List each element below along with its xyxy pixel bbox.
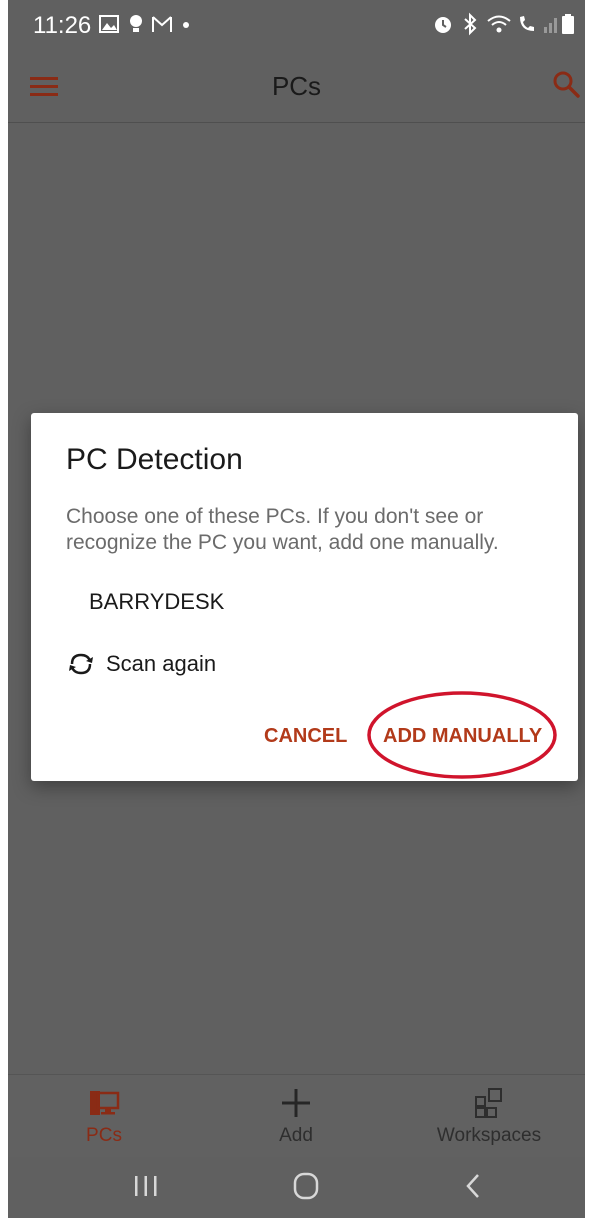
status-bar: 11:26 (8, 0, 585, 52)
add-manually-button[interactable]: ADD MANUALLY (383, 725, 542, 748)
more-notifications-dot-icon (183, 22, 189, 28)
nav-item-workspaces[interactable]: Workspaces (393, 1075, 585, 1157)
wifi-icon (487, 15, 511, 33)
signal-icon (544, 18, 557, 33)
app-bar: PCs (8, 52, 585, 123)
bottom-navigation: PCs Add Workspaces (8, 1074, 585, 1157)
pc-list-item[interactable]: BARRYDESK (89, 589, 224, 615)
plus-icon (282, 1089, 310, 1117)
pc-detection-dialog: PC Detection Choose one of these PCs. If… (31, 413, 578, 781)
gmail-notification-icon (152, 16, 172, 32)
nav-label-pcs: PCs (86, 1125, 122, 1146)
bulb-notification-icon (130, 15, 142, 32)
cancel-button[interactable]: CANCEL (264, 725, 347, 748)
page-title: PCs (271, 71, 322, 101)
nav-label-workspaces: Workspaces (436, 1125, 542, 1146)
gallery-notification-icon (99, 15, 119, 33)
status-time: 11:26 (33, 12, 92, 39)
nav-label-add: Add (279, 1125, 313, 1146)
battery-icon (562, 14, 574, 34)
search-icon[interactable] (551, 69, 581, 99)
system-navigation-bar (8, 1156, 585, 1218)
nav-item-add[interactable]: Add (200, 1075, 392, 1157)
back-icon[interactable] (454, 1170, 494, 1202)
phone-screen: 11:26 PCs PC Detection Choose one of the… (8, 0, 585, 1218)
pc-monitor-icon (90, 1091, 120, 1115)
nav-item-pcs[interactable]: PCs (8, 1075, 200, 1157)
home-icon[interactable] (286, 1170, 326, 1202)
bluetooth-icon (464, 12, 477, 36)
workspaces-grid-icon (475, 1088, 502, 1118)
recent-apps-icon[interactable] (126, 1170, 166, 1202)
wifi-calling-icon (520, 16, 534, 31)
scan-again-label: Scan again (106, 651, 217, 676)
alarm-icon (435, 17, 451, 33)
dialog-title: PC Detection (66, 443, 243, 476)
refresh-icon (69, 653, 93, 675)
dialog-message: Choose one of these PCs. If you don't se… (66, 505, 499, 554)
